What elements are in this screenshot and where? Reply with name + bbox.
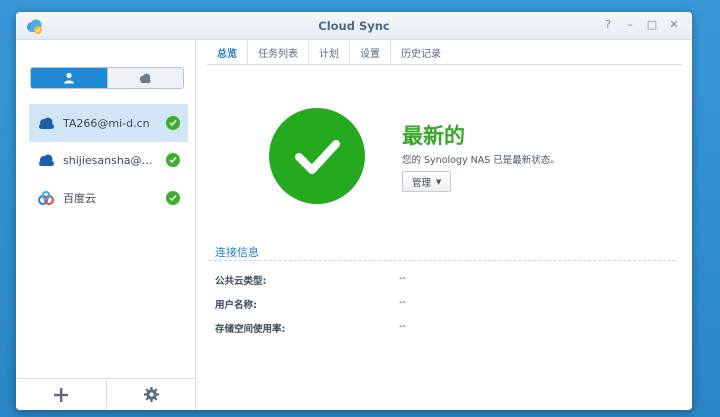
account-item-baidu[interactable]: 百度云 (29, 179, 188, 217)
sidebar-toolbar (16, 378, 196, 410)
info-row-username: 用户名称: -- (215, 297, 635, 311)
status-ok-icon (166, 191, 180, 205)
tab-task-list[interactable]: 任务列表 (248, 40, 309, 64)
help-icon[interactable]: ? (600, 17, 616, 33)
settings-button[interactable] (105, 379, 197, 410)
maximize-button[interactable]: □ (644, 17, 660, 33)
baidu-cloud-icon (38, 191, 54, 205)
user-view-button[interactable] (31, 68, 107, 88)
account-label: TA266@mi-d.cn (63, 116, 150, 130)
view-switcher (30, 67, 184, 89)
onedrive-icon (39, 117, 54, 129)
info-row-storage-usage: 存储空间使用率: -- (215, 321, 635, 335)
section-divider (209, 260, 676, 261)
tab-bar: 总览 任务列表 计划 设置 历史记录 (207, 40, 451, 65)
minimize-button[interactable]: – (622, 17, 638, 33)
info-key: 用户名称: (215, 300, 257, 311)
tab-overview[interactable]: 总览 (207, 40, 248, 65)
onedrive-icon (39, 154, 54, 166)
close-button[interactable]: ✕ (666, 17, 682, 33)
cloud-icon (140, 73, 151, 83)
window-title: Cloud Sync (318, 19, 390, 33)
cloud-sync-window: Cloud Sync ? – □ ✕ ︿shijiesansha (16, 12, 692, 410)
info-row-cloud-type: 公共云类型: -- (215, 273, 635, 287)
status-ok-icon (166, 153, 180, 167)
account-label: shijiesansha@… (63, 153, 153, 167)
tab-history[interactable]: 历史记录 (391, 40, 451, 64)
manage-label: 管理 (412, 177, 432, 189)
plus-icon (53, 387, 68, 402)
info-value: -- (399, 321, 406, 332)
tab-schedule[interactable]: 计划 (309, 40, 350, 64)
cloud-view-button[interactable] (106, 68, 183, 88)
gear-icon (143, 387, 159, 402)
account-label: 百度云 (63, 192, 96, 205)
title-bar[interactable]: Cloud Sync ? – □ ✕ (16, 12, 692, 40)
info-value: -- (399, 273, 406, 284)
tab-divider (207, 64, 682, 65)
sidebar: ︿shijiesansha TA266@mi-d.cn shijiesansha… (16, 40, 196, 410)
info-key: 公共云类型: (215, 276, 267, 287)
connection-info-title: 连接信息 (215, 246, 259, 259)
status-ok-icon (166, 116, 180, 130)
status-description: 您的 Synology NAS 已是最新状态。 (402, 155, 560, 166)
manage-button[interactable]: 管理 ▼ (402, 171, 452, 192)
status-ok-icon (269, 108, 365, 204)
caret-down-icon: ▼ (436, 177, 442, 186)
main-panel: 总览 任务列表 计划 设置 历史记录 最新的 您的 Synology NAS 已… (197, 40, 692, 410)
user-icon (63, 72, 74, 84)
tab-settings[interactable]: 设置 (350, 40, 391, 64)
info-value: -- (399, 297, 406, 308)
status-title: 最新的 (402, 124, 465, 148)
account-item-shijiesansha[interactable]: shijiesansha@… (29, 141, 188, 179)
info-key: 存储空间使用率: (215, 324, 286, 335)
account-item-ta266[interactable]: TA266@mi-d.cn (29, 104, 188, 142)
add-account-button[interactable] (16, 379, 106, 410)
